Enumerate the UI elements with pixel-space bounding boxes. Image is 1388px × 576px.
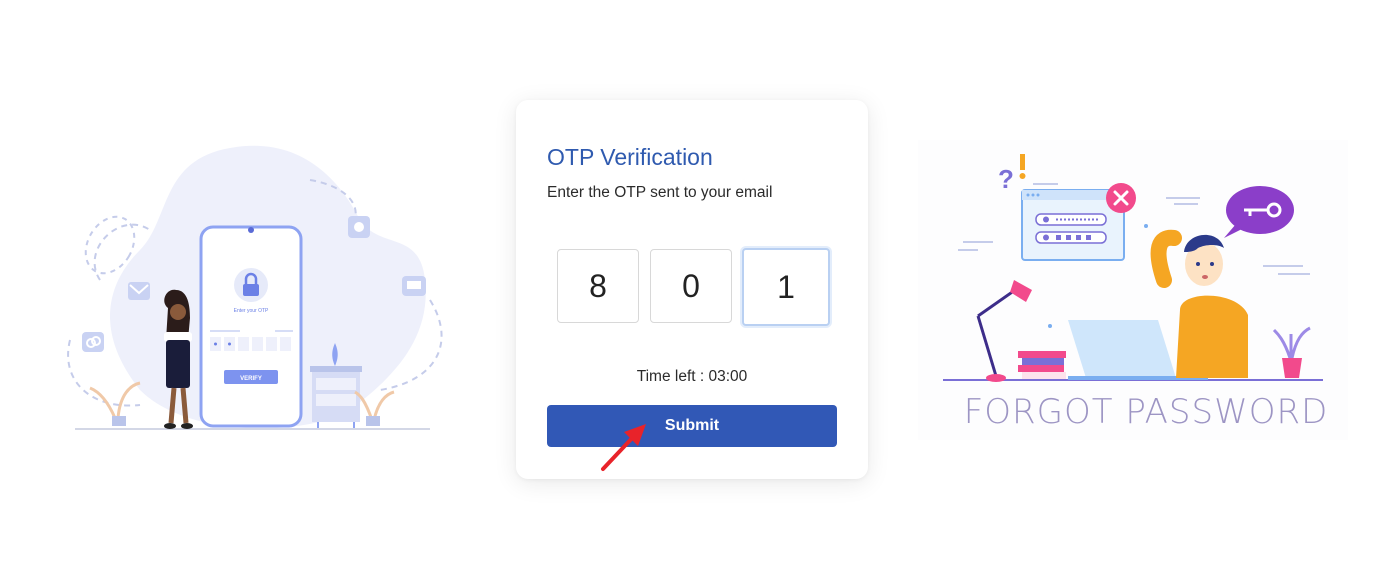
phone-mockup: Enter your OTP VERIFY bbox=[199, 225, 303, 428]
question-mark-icon: ? bbox=[998, 164, 1014, 194]
otp-phone-illustration: Enter your OTP VERIFY bbox=[67, 145, 443, 430]
chat-icon bbox=[402, 276, 426, 296]
books-icon bbox=[1018, 351, 1066, 379]
shield-icon bbox=[348, 216, 370, 238]
verify-label: VERIFY bbox=[240, 376, 262, 382]
forgot-password-illustration: ? FORGOT PASSWORD bbox=[918, 140, 1348, 440]
otp-instructions: Enter the OTP sent to your email bbox=[547, 184, 773, 201]
otp-digit-input[interactable]: 8 bbox=[557, 249, 639, 323]
phone-prompt: Enter your OTP bbox=[234, 308, 269, 314]
link-icon bbox=[82, 332, 104, 352]
plant-right bbox=[354, 390, 395, 426]
otp-digit-input[interactable]: 0 bbox=[650, 249, 732, 323]
otp-timer: Time left : 03:00 bbox=[636, 368, 748, 385]
forgot-password-caption: FORGOT PASSWORD bbox=[964, 392, 1329, 432]
otp-digit-input[interactable]: 1 bbox=[742, 248, 830, 326]
cursor-arrow-icon bbox=[601, 424, 646, 471]
error-x-icon bbox=[1106, 183, 1136, 213]
mail-icon bbox=[128, 282, 150, 300]
submit-button[interactable]: Submit bbox=[547, 405, 837, 447]
page-title: OTP Verification bbox=[547, 144, 713, 170]
otp-card: OTP Verification Enter the OTP sent to y… bbox=[516, 100, 868, 479]
